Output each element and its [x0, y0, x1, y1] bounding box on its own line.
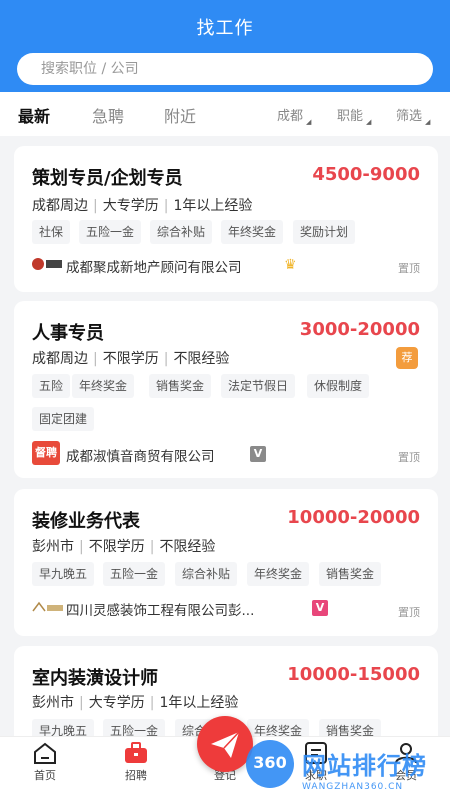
home-icon [34, 742, 56, 764]
recommend-badge: 荐 [396, 347, 418, 369]
job-tag: 早九晚五 [32, 562, 95, 586]
job-tag: 销售奖金 [319, 562, 382, 586]
filter-more-label: 筛选 [396, 109, 423, 124]
company-name: 成都淑慎音商贸有限公司 [66, 449, 215, 465]
job-experience: 不限经验 [159, 539, 216, 555]
filter-city-label: 成都 [277, 109, 304, 124]
job-tag: 五险 [32, 374, 71, 398]
filter-city[interactable]: 成都 ◢ [277, 105, 312, 126]
job-salary: 10000-20000 [287, 507, 420, 528]
job-education: 不限学历 [88, 539, 145, 555]
caret-down-icon: ◢ [366, 118, 372, 126]
job-requirements: 彭州市 | 大专学历 | 1年以上经验 [32, 695, 239, 711]
verified-icon: V [250, 446, 266, 462]
company-logo-icon [32, 258, 62, 270]
filter-function-label: 职能 [337, 109, 364, 124]
job-tag: 固定团建 [32, 407, 95, 431]
job-card[interactable]: 策划专员/企划专员 4500-9000 成都周边 | 大专学历 | 1年以上经验 社保 … [14, 146, 438, 292]
briefcase-icon [125, 742, 147, 763]
job-salary: 3000-20000 [299, 319, 420, 340]
page-title: 找工作 [196, 18, 254, 39]
job-card[interactable]: 人事专员 3000-20000 荐 成都周边 | 不限学历 | 不限经验 五险 年终奖金… [14, 301, 438, 478]
search-input[interactable] [17, 53, 433, 85]
job-requirements: 成都周边 | 不限学历 | 不限经验 [32, 351, 230, 367]
caret-down-icon: ◢ [425, 118, 431, 126]
tab-latest[interactable]: 最新 [18, 103, 50, 127]
tab-urgent[interactable]: 急聘 [92, 103, 124, 127]
job-title: 室内装潢设计师 [32, 668, 158, 689]
job-tag: 五险一金 [103, 562, 166, 586]
job-tag: 社保 [32, 220, 71, 244]
job-title: 策划专员/企划专员 [32, 168, 183, 189]
filter-more[interactable]: 筛选 ◢ [396, 105, 431, 126]
tabbar-home[interactable]: 首页 [13, 737, 77, 783]
job-card[interactable]: 装修业务代表 10000-20000 彭州市 | 不限学历 | 不限经验 早九晚五 五险… [14, 489, 438, 636]
verified-icon: V [312, 600, 328, 616]
job-requirements: 成都周边 | 大专学历 | 1年以上经验 [32, 198, 253, 214]
watermark-text: 网站排行榜 [302, 752, 427, 780]
job-education: 大专学历 [102, 198, 159, 214]
job-tag: 销售奖金 [149, 374, 212, 398]
company-logo-icon [32, 601, 63, 612]
job-tag: 年终奖金 [221, 220, 284, 244]
job-salary: 10000-15000 [287, 664, 420, 685]
job-tag: 年终奖金 [72, 374, 135, 398]
tabbar-home-label: 首页 [34, 769, 56, 782]
job-tag: 年终奖金 [247, 562, 310, 586]
tab-bar: 最新 急聘 附近 成都 ◢ 职能 ◢ 筛选 ◢ [0, 92, 450, 136]
job-experience: 不限经验 [173, 351, 230, 367]
job-education: 不限学历 [102, 351, 159, 367]
tab-nearby[interactable]: 附近 [164, 103, 196, 127]
job-tag: 综合补贴 [150, 220, 213, 244]
job-tag: 法定节假日 [221, 374, 296, 398]
watermark-url: WANGZHAN360.CN [302, 782, 404, 792]
job-tag: 休假制度 [307, 374, 370, 398]
header: 找工作 [0, 0, 450, 92]
filter-function[interactable]: 职能 ◢ [337, 105, 372, 126]
tabbar-recruit-label: 招聘 [125, 769, 147, 782]
company-logo: 督聘 [32, 441, 60, 465]
job-location: 彭州市 [32, 695, 74, 711]
job-title: 装修业务代表 [32, 511, 140, 532]
crown-icon: ♛ [284, 257, 297, 273]
caret-down-icon: ◢ [306, 118, 312, 126]
job-tag: 综合补贴 [175, 562, 238, 586]
watermark: 360 网站排行榜 WANGZHAN360.CN [240, 738, 450, 800]
pinned-label: 置顶 [398, 262, 420, 275]
tabbar-recruit[interactable]: 招聘 [104, 737, 168, 783]
company-name: 四川灵感装饰工程有限公司彭... [66, 603, 255, 619]
job-tag: 奖励计划 [293, 220, 356, 244]
watermark-number: 360 [253, 753, 287, 772]
job-experience: 1年以上经验 [173, 198, 253, 214]
job-salary: 4500-9000 [312, 164, 420, 185]
pinned-label: 置顶 [398, 606, 420, 619]
company-name: 成都聚成新地产顾问有限公司 [66, 260, 242, 276]
pinned-label: 置顶 [398, 451, 420, 464]
job-experience: 1年以上经验 [159, 695, 239, 711]
job-location: 彭州市 [32, 539, 74, 555]
job-title: 人事专员 [32, 323, 104, 344]
job-location: 成都周边 [32, 198, 88, 214]
job-location: 成都周边 [32, 351, 88, 367]
job-requirements: 彭州市 | 不限学历 | 不限经验 [32, 539, 216, 555]
job-education: 大专学历 [88, 695, 145, 711]
job-tag: 五险一金 [79, 220, 142, 244]
